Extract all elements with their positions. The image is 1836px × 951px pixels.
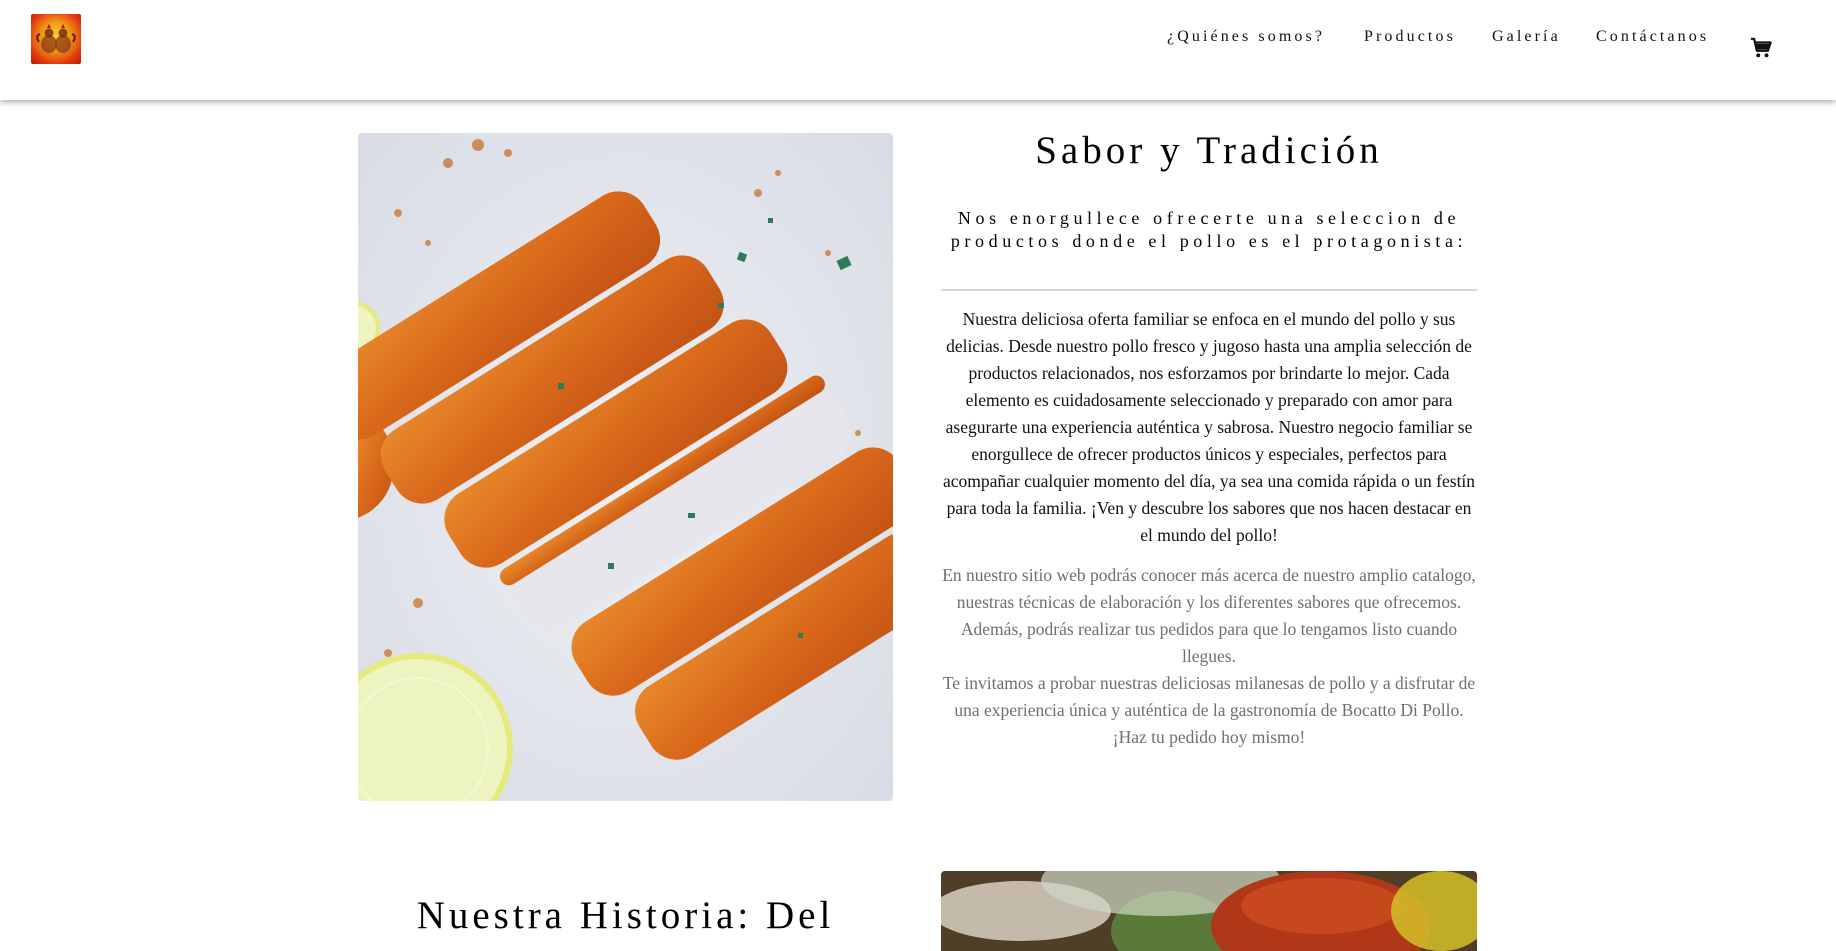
- site-header: ¿Quiénes somos? Productos Galería Contác…: [0, 0, 1836, 100]
- secondary-line-1: En nuestro sitio web podrás conocer más …: [942, 565, 1476, 666]
- divider: [941, 289, 1477, 291]
- intro-paragraph: Nuestra deliciosa oferta familiar se enf…: [942, 309, 1476, 545]
- section-title-historia: Nuestra Historia: Del: [416, 894, 835, 937]
- section-title-sabor: Sabor y Tradición: [1035, 129, 1383, 172]
- secondary-line-3: ¡Haz tu pedido hoy mismo!: [1112, 727, 1306, 747]
- history-image: [941, 871, 1477, 951]
- brand-logo[interactable]: [31, 14, 81, 64]
- nav-quienes-somos[interactable]: ¿Quiénes somos?: [1167, 28, 1325, 46]
- secondary-paragraph: En nuestro sitio web podrás conocer más …: [941, 562, 1477, 751]
- secondary-line-2: Te invitamos a probar nuestras deliciosa…: [942, 673, 1476, 720]
- shopping-cart-icon[interactable]: [1750, 37, 1772, 59]
- chicken-logo-icon: [36, 24, 76, 53]
- nav-productos[interactable]: Productos: [1364, 28, 1456, 46]
- section-subtitle: Nos enorgullece ofrecerte una seleccion …: [950, 208, 1468, 251]
- nav-contactanos[interactable]: Contáctanos: [1596, 28, 1709, 46]
- nav-galeria[interactable]: Galería: [1492, 28, 1561, 46]
- chicken-milanesa-image: [358, 133, 893, 801]
